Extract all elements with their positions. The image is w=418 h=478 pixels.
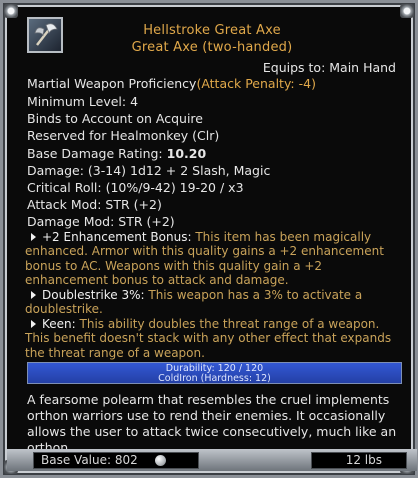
bullet-arrow-icon [31, 291, 36, 299]
base-damage-rating: Base Damage Rating: 10.20 [27, 146, 206, 161]
critical-roll: Critical Roll: (10%/9-42) 19-20 / x3 [27, 180, 244, 195]
base-damage-label: Base Damage Rating: [27, 146, 167, 161]
minimum-level: Minimum Level: 4 [27, 94, 139, 109]
bullet-arrow-icon [31, 320, 36, 328]
bullet-arrow-icon [31, 233, 36, 241]
effect-keen: Keen: This ability doubles the threat ra… [25, 317, 392, 360]
bind-status: Binds to Account on Acquire [27, 111, 203, 126]
frame-corner-rivet [4, 4, 18, 18]
reserved-for: Reserved for Healmonkey (Clr) [27, 128, 220, 143]
item-description: A fearsome polearm that resembles the cr… [27, 392, 397, 455]
platinum-coin-icon [155, 455, 166, 466]
effect-enhancement: +2 Enhancement Bonus: This item has been… [25, 230, 384, 288]
proficiency-line: Martial Weapon Proficiency(Attack Penalt… [27, 76, 316, 91]
base-value-box: Base Value: 802 [33, 452, 199, 469]
equip-slot: Equips to: Main Hand [262, 60, 396, 75]
damage-line: Damage: (3-14) 1d12 + 2 Slash, Magic [27, 163, 271, 178]
item-type: Great Axe (two-handed) [131, 40, 293, 55]
attack-penalty: (Attack Penalty: -4) [196, 76, 316, 91]
item-tooltip: Hellstroke Great Axe Great Axe (two-hand… [0, 0, 418, 478]
material-text: ColdIron (Hardness: 12) [158, 373, 271, 384]
tooltip-footer: Base Value: 802 12 lbs [7, 449, 417, 471]
base-value: Base Value: 802 [41, 453, 138, 467]
proficiency-label: Martial Weapon Proficiency [27, 76, 197, 91]
attack-mod: Attack Mod: STR (+2) [27, 197, 162, 212]
base-damage-value: 10.20 [166, 146, 207, 161]
frame-corner-rivet [400, 4, 414, 18]
durability-bar: Durability: 120 / 120 ColdIron (Hardness… [27, 362, 402, 384]
item-name: Hellstroke Great Axe [143, 23, 281, 38]
weight-box: 12 lbs [311, 452, 407, 469]
effect-doublestrike: Doublestrike 3%: This weapon has a 3% to… [25, 288, 363, 317]
damage-mod: Damage Mod: STR (+2) [27, 214, 175, 229]
item-weight: 12 lbs [345, 453, 382, 467]
